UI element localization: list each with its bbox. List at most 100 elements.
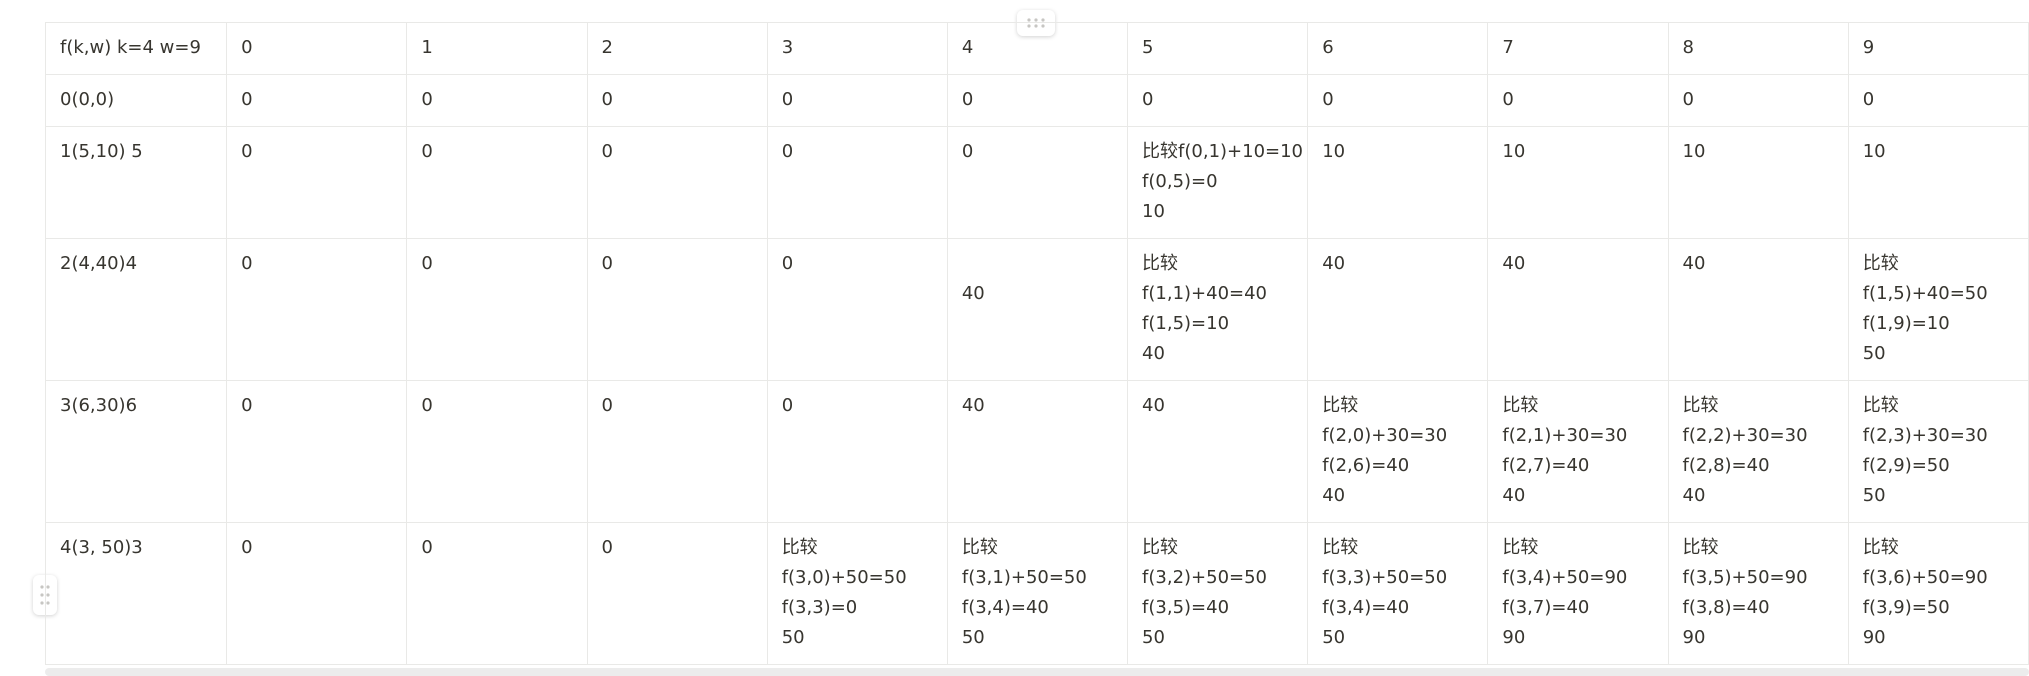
table-cell[interactable]: 7 [1487, 22, 1669, 75]
table-cell[interactable]: 0 [406, 380, 588, 523]
table-cell[interactable]: 比较 f(2,0)+30=30 f(2,6)=40 40 [1307, 380, 1489, 523]
table-cell[interactable]: 0 [586, 126, 768, 239]
row-label-cell[interactable]: 0(0,0) [44, 74, 228, 127]
cell-text: 比较f(0,1)+10=10 [1142, 141, 1304, 162]
table-header-row: f(k,w) k=4 w=9 0 1 2 3 4 5 6 7 8 9 [44, 22, 2029, 75]
cell-text: 0 [1322, 89, 1334, 110]
table-cell[interactable]: 0 [406, 522, 588, 665]
table-cell[interactable]: 比较f(0,1)+10=10 f(0,5)=0 10 [1127, 126, 1309, 239]
table-cell[interactable]: 2 [586, 22, 768, 75]
cell-text: 0(0,0) [60, 89, 115, 110]
table-cell[interactable]: 0 [586, 238, 768, 381]
table-cell[interactable]: 40 [1487, 238, 1669, 381]
table-cell[interactable]: 10 [1487, 126, 1669, 239]
cell-text: 比较 [1142, 537, 1179, 558]
table-cell[interactable]: 40 [1667, 238, 1849, 381]
cell-text: 1(5,10) 5 [60, 141, 143, 162]
table-cell[interactable]: 9 [1847, 22, 2029, 75]
table-cell[interactable]: 0 [406, 74, 588, 127]
table-cell[interactable]: 0 [226, 22, 408, 75]
table-cell[interactable]: 40 [1307, 238, 1489, 381]
dp-table-container: f(k,w) k=4 w=9 0 1 2 3 4 5 6 7 8 9 0(0,0… [44, 22, 2029, 665]
cell-text: 0 [961, 141, 974, 162]
table-cell[interactable]: 6 [1307, 22, 1489, 75]
table-cell[interactable]: 0 [226, 380, 408, 523]
cell-text: 40 [1682, 253, 1706, 274]
table-cell[interactable]: 比较 f(3,6)+50=90 f(3,9)=50 90 [1847, 522, 2029, 665]
table-cell[interactable]: f(k,w) k=4 w=9 [44, 22, 228, 75]
row-label-cell[interactable]: 3(6,30)6 [44, 380, 228, 523]
table-cell[interactable]: 3 [766, 22, 948, 75]
table-cell[interactable]: 比较 f(3,4)+50=90 f(3,7)=40 90 [1487, 522, 1669, 665]
cell-text: 8 [1682, 37, 1694, 58]
cell-text: f(3,1)+50=50 [961, 567, 1087, 588]
table-cell[interactable]: 4 [946, 22, 1129, 75]
table-cell[interactable]: 0 [946, 74, 1129, 127]
table-cell[interactable]: 1 [406, 22, 588, 75]
table-cell[interactable]: 比较 f(2,3)+30=30 f(2,9)=50 50 [1847, 380, 2029, 523]
cell-text: 90 [1682, 627, 1706, 648]
cell-text: f(0,5)=0 [1142, 171, 1218, 192]
cell-text: 0 [241, 89, 253, 110]
table-cell[interactable]: 比较 f(2,1)+30=30 f(2,7)=40 40 [1487, 380, 1669, 523]
cell-text: 比较 [781, 537, 818, 558]
cell-text: 0 [601, 253, 613, 274]
table-cell[interactable]: 比较 f(3,1)+50=50 f(3,4)=40 50 [946, 522, 1129, 665]
cell-text: f(3,5)+50=90 [1682, 567, 1808, 588]
cell-text: 40 [1142, 343, 1165, 364]
cell-text: 1 [421, 37, 433, 58]
table-cell[interactable]: 40 [946, 380, 1129, 523]
table-cell[interactable]: 比较 f(1,1)+40=40 f(1,5)=10 40 [1127, 238, 1309, 381]
cell-text: f(3,6)+50=90 [1862, 567, 1988, 588]
horizontal-scrollbar[interactable] [45, 668, 2029, 676]
table-cell[interactable]: 0 [946, 126, 1129, 239]
row-label-cell[interactable]: 1(5,10) 5 [44, 126, 228, 239]
table-cell[interactable]: 40 [946, 238, 1129, 381]
table-cell[interactable]: 0 [406, 238, 588, 381]
table-cell[interactable]: 0 [226, 522, 408, 665]
cell-text: 50 [1862, 485, 1886, 506]
dp-knapsack-table: f(k,w) k=4 w=9 0 1 2 3 4 5 6 7 8 9 0(0,0… [44, 22, 2029, 665]
cell-text: f(3,8)=40 [1682, 597, 1770, 618]
table-cell[interactable]: 10 [1847, 126, 2029, 239]
table-cell[interactable]: 0 [406, 126, 588, 239]
table-cell[interactable]: 比较 f(3,2)+50=50 f(3,5)=40 50 [1127, 522, 1309, 665]
table-cell[interactable]: 8 [1667, 22, 1849, 75]
table-cell[interactable]: 10 [1667, 126, 1849, 239]
cell-text: 0 [601, 395, 613, 416]
cell-text: f(k,w) k=4 w=9 [60, 37, 201, 58]
row-label-cell[interactable]: 4(3, 50)3 [44, 522, 228, 665]
table-cell[interactable]: 10 [1307, 126, 1489, 239]
cell-text: 10 [1682, 141, 1706, 162]
cell-text: 0 [421, 253, 433, 274]
cell-text: 40 [1142, 395, 1165, 416]
table-cell[interactable]: 40 [1127, 380, 1309, 523]
table-cell[interactable]: 0 [1487, 74, 1669, 127]
table-cell[interactable]: 比较 f(3,5)+50=90 f(3,8)=40 90 [1667, 522, 1849, 665]
table-cell[interactable]: 比较 f(3,3)+50=50 f(3,4)=40 50 [1307, 522, 1489, 665]
table-cell[interactable]: 比较 f(1,5)+40=50 f(1,9)=10 50 [1847, 238, 2029, 381]
table-cell[interactable]: 0 [1127, 74, 1309, 127]
table-cell[interactable]: 比较 f(3,0)+50=50 f(3,3)=0 50 [766, 522, 948, 665]
cell-text: 10 [1862, 141, 1886, 162]
table-cell[interactable]: 0 [226, 126, 408, 239]
table-cell[interactable]: 0 [586, 74, 768, 127]
cell-text: 10 [1322, 141, 1346, 162]
table-cell[interactable]: 0 [766, 126, 948, 239]
cell-text: 0 [601, 537, 613, 558]
table-cell[interactable]: 0 [226, 238, 408, 381]
cell-text: 4 [961, 37, 974, 58]
table-cell[interactable]: 0 [586, 522, 768, 665]
table-cell[interactable]: 0 [586, 380, 768, 523]
table-cell[interactable]: 0 [1847, 74, 2029, 127]
table-cell[interactable]: 0 [766, 74, 948, 127]
table-cell[interactable]: 0 [766, 380, 948, 523]
table-cell[interactable]: 0 [766, 238, 948, 381]
table-cell[interactable]: 0 [226, 74, 408, 127]
table-cell[interactable]: 5 [1127, 22, 1309, 75]
row-label-cell[interactable]: 2(4,40)4 [44, 238, 228, 381]
table-cell[interactable]: 比较 f(2,2)+30=30 f(2,8)=40 40 [1667, 380, 1849, 523]
table-cell[interactable]: 0 [1307, 74, 1489, 127]
table-row: 4(3, 50)3 0 0 0 比较 f(3,0)+50=50 f(3,3)=0 50 比较 f(… [44, 522, 2029, 665]
table-cell[interactable]: 0 [1667, 74, 1849, 127]
